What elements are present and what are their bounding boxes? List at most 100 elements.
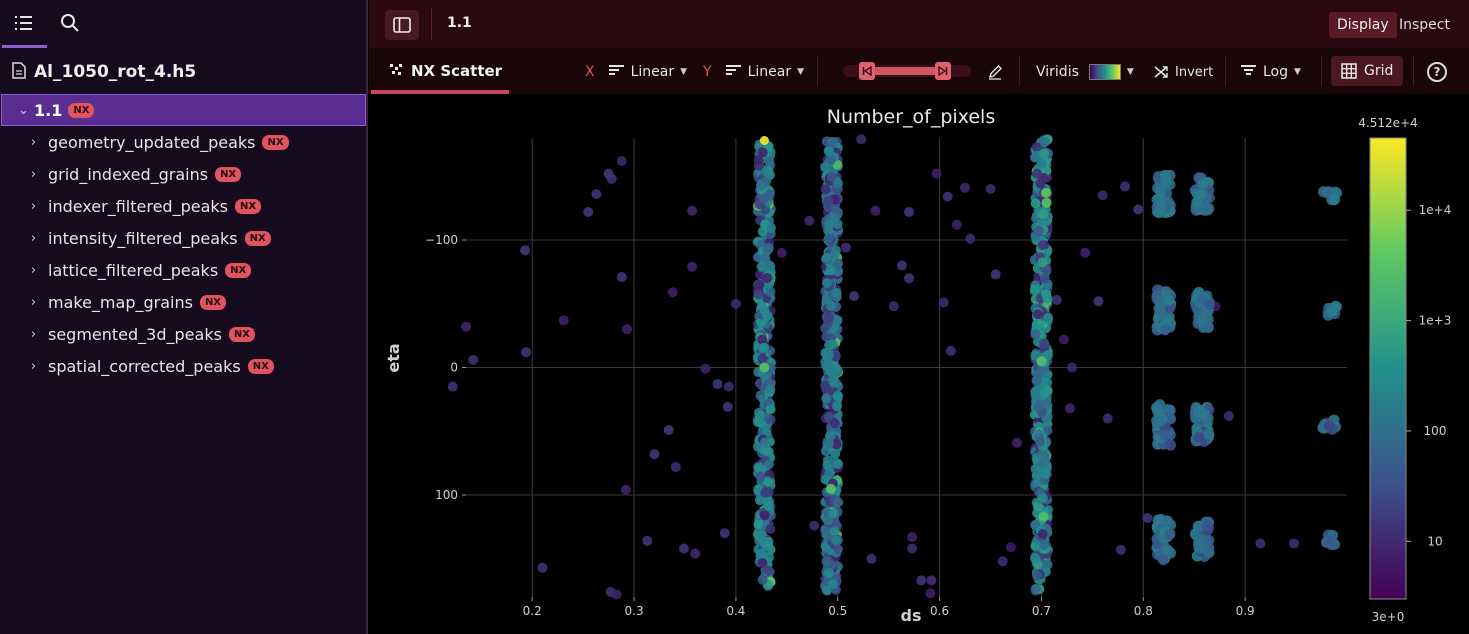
tree-item[interactable]: › lattice_filtered_peaks NX bbox=[0, 254, 366, 286]
scatter-point bbox=[1036, 356, 1047, 367]
y-scale-selector[interactable]: Y Linear ▼ bbox=[703, 60, 804, 84]
scatter-point bbox=[760, 487, 771, 498]
sidebar-panel-icon bbox=[393, 17, 411, 33]
scatter-point bbox=[888, 301, 899, 312]
scatter-plot-area[interactable]: 0.2 0.3 0.4 0.5 0.6 0.7 0.8 0.9 −100 0 100 Number_… bbox=[369, 94, 1469, 634]
scatter-point bbox=[1037, 528, 1048, 539]
scatter-point bbox=[1067, 362, 1078, 373]
file-name: Al_1050_rot_4.h5 bbox=[34, 62, 197, 82]
tree-item[interactable]: › grid_indexed_grains NX bbox=[0, 158, 366, 190]
scatter-point bbox=[765, 384, 776, 395]
scatter-plot[interactable]: 0.2 0.3 0.4 0.5 0.6 0.7 0.8 0.9 −100 0 100 Number_… bbox=[369, 94, 1469, 634]
scatter-point bbox=[821, 277, 832, 288]
scatter-point bbox=[916, 575, 927, 586]
tree-item[interactable]: › geometry_updated_peaks NX bbox=[0, 126, 366, 158]
colorbar-tick-label: 100 bbox=[1424, 424, 1447, 438]
scatter-point bbox=[1196, 314, 1208, 326]
scatter-point bbox=[926, 575, 937, 586]
scatter-point bbox=[756, 180, 767, 191]
scatter-point bbox=[1036, 449, 1047, 460]
invert-colormap-toggle[interactable]: Invert bbox=[1154, 60, 1213, 84]
scatter-point bbox=[776, 247, 787, 258]
x-tick-label: 0.3 bbox=[625, 604, 644, 618]
scatter-point bbox=[1156, 201, 1168, 213]
chevron-right-icon: › bbox=[31, 230, 37, 246]
tab-nx-scatter[interactable]: NX Scatter bbox=[371, 48, 509, 94]
x-tick-label: 0.2 bbox=[523, 604, 542, 618]
tree-item[interactable]: › spatial_corrected_peaks NX bbox=[0, 350, 366, 382]
scatter-point bbox=[820, 184, 831, 195]
scatter-point bbox=[620, 484, 631, 495]
scatter-point bbox=[825, 483, 836, 494]
x-tick-label: 0.6 bbox=[930, 604, 949, 618]
scatter-point bbox=[754, 410, 765, 421]
scatter-point bbox=[461, 321, 471, 332]
colormap-selector[interactable]: Viridis ▼ bbox=[1036, 60, 1134, 84]
inspect-mode-button[interactable]: Inspect bbox=[1391, 12, 1458, 38]
scatter-point bbox=[757, 147, 768, 158]
scatter-point bbox=[762, 273, 773, 284]
color-scale-value: Log bbox=[1263, 64, 1289, 80]
tree-item-label: intensity_filtered_peaks bbox=[48, 228, 238, 248]
scatter-point bbox=[1039, 540, 1050, 551]
scatter-point bbox=[1039, 137, 1050, 148]
toggle-sidebar-button[interactable] bbox=[385, 10, 419, 40]
search-icon[interactable] bbox=[57, 10, 83, 36]
scatter-point bbox=[866, 553, 877, 564]
tree-item[interactable]: › intensity_filtered_peaks NX bbox=[0, 222, 366, 254]
chevron-down-icon: ▼ bbox=[1294, 67, 1301, 77]
scatter-point bbox=[1192, 405, 1204, 417]
sort-lines-icon bbox=[1241, 64, 1257, 80]
scatter-point bbox=[765, 260, 776, 271]
help-icon[interactable]: ? bbox=[1427, 62, 1447, 82]
scatter-point bbox=[520, 245, 531, 256]
colorbar bbox=[1369, 137, 1407, 600]
scatter-point bbox=[1080, 247, 1091, 258]
scatter-point bbox=[1035, 178, 1046, 189]
scatter-point bbox=[583, 206, 594, 217]
x-scale-selector[interactable]: X Linear ▼ bbox=[585, 60, 687, 84]
scatter-point bbox=[1033, 225, 1044, 236]
grid-toggle-button[interactable]: Grid bbox=[1331, 56, 1404, 86]
scatter-point bbox=[804, 215, 815, 226]
scatter-point bbox=[687, 205, 698, 216]
tree-item[interactable]: › indexer_filtered_peaks NX bbox=[0, 190, 366, 222]
scatter-point bbox=[1289, 538, 1300, 549]
scatter-point bbox=[759, 362, 770, 373]
breadcrumb[interactable]: 1.1 bbox=[447, 15, 472, 31]
color-scale-selector[interactable]: Log ▼ bbox=[1241, 60, 1301, 84]
scatter-point bbox=[642, 535, 653, 546]
shuffle-icon bbox=[1154, 66, 1168, 78]
scatter-point bbox=[856, 134, 867, 145]
tree-item-root[interactable]: ⌄ 1.1 NX bbox=[1, 94, 366, 126]
edit-domain-button[interactable] bbox=[987, 60, 1003, 84]
chevron-down-icon: ▼ bbox=[680, 67, 688, 77]
list-icon[interactable] bbox=[11, 10, 37, 36]
skip-forward-icon bbox=[938, 66, 948, 76]
scatter-point bbox=[521, 347, 532, 358]
scatter-point bbox=[1038, 511, 1049, 522]
x-tick-label: 0.4 bbox=[726, 604, 745, 618]
tree-item[interactable]: › segmented_3d_peaks NX bbox=[0, 318, 366, 350]
display-mode-button[interactable]: Display bbox=[1329, 12, 1397, 38]
scatter-point bbox=[827, 339, 838, 350]
scatter-point bbox=[1201, 520, 1213, 532]
color-range-slider[interactable] bbox=[843, 62, 971, 80]
scatter-point bbox=[849, 291, 860, 302]
scatter-point bbox=[824, 468, 835, 479]
scatter-point bbox=[700, 363, 711, 374]
slider-max-handle[interactable] bbox=[935, 62, 951, 80]
scatter-point bbox=[1323, 420, 1335, 432]
tree-children: › geometry_updated_peaks NX › grid_indexed_g… bbox=[0, 126, 366, 382]
scatter-point bbox=[1031, 570, 1042, 581]
file-row[interactable]: Al_1050_rot_4.h5 bbox=[0, 56, 366, 88]
scatter-point bbox=[825, 265, 836, 276]
scatter-point bbox=[1030, 583, 1041, 594]
scatter-point bbox=[760, 437, 771, 448]
scatter-point bbox=[719, 528, 730, 539]
divider bbox=[817, 56, 818, 86]
scatter-icon bbox=[389, 62, 403, 81]
tree-item[interactable]: › make_map_grains NX bbox=[0, 286, 366, 318]
scatter-point bbox=[1029, 552, 1040, 563]
slider-min-handle[interactable] bbox=[859, 62, 875, 80]
